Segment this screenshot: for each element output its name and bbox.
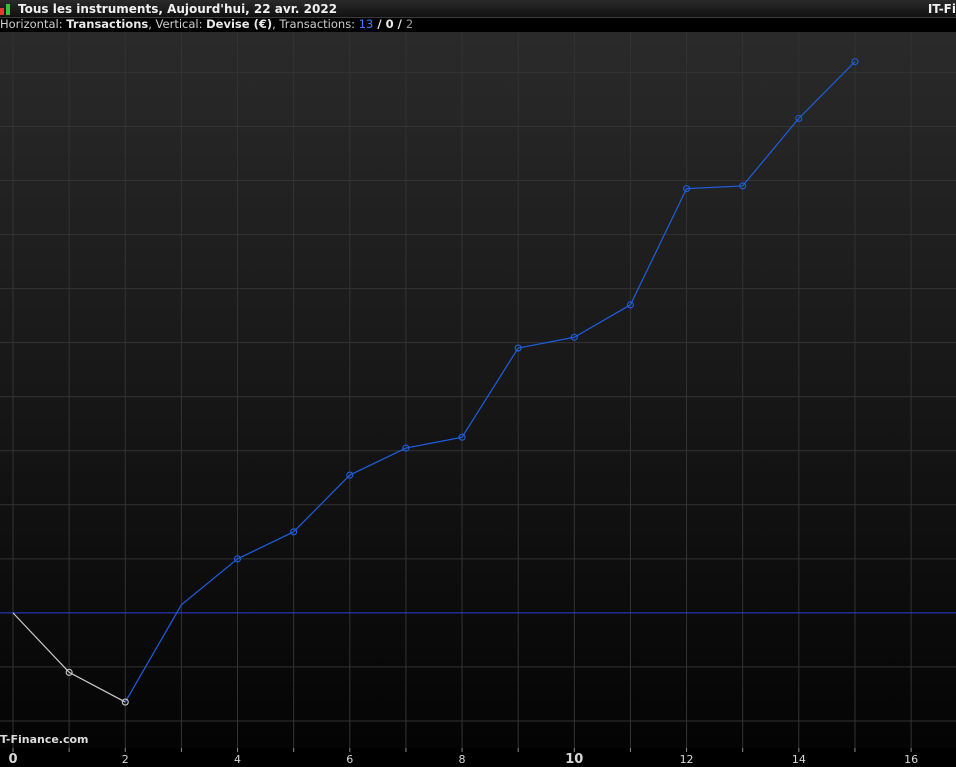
equity-chart: 0 2 4 6 8 10 12 14 16 xyxy=(0,32,956,767)
x-tick-label: 6 xyxy=(346,753,353,766)
transactions-middle: 0 xyxy=(385,17,394,31)
x-tick-label: 8 xyxy=(459,753,466,766)
chart-app-icon xyxy=(0,3,12,15)
x-tick-label: 16 xyxy=(904,753,918,766)
plot-background xyxy=(0,32,956,748)
title-bar: Tous les instruments, Aujourd'hui, 22 av… xyxy=(0,0,956,18)
x-tick-label: 2 xyxy=(122,753,129,766)
x-tick-label: 14 xyxy=(792,753,806,766)
horizontal-value: Transactions xyxy=(66,17,149,31)
x-tick-label: 4 xyxy=(234,753,241,766)
brand-label: IT-Fi xyxy=(927,2,956,16)
horizontal-label: Horizontal: xyxy=(0,17,67,31)
transactions-sep-2: / xyxy=(393,17,406,31)
x-tick-label: 10 xyxy=(565,752,583,767)
axes-info-bar: Horizontal: Transactions, Vertical: Devi… xyxy=(0,17,413,31)
x-axis-ticks: 0 2 4 6 8 10 12 14 16 xyxy=(8,748,918,767)
transactions-sep-1: / xyxy=(373,17,386,31)
transactions-last: 2 xyxy=(405,17,414,31)
x-tick-label: 12 xyxy=(680,753,694,766)
transactions-label: , Transactions: xyxy=(272,17,359,31)
watermark: T-Finance.com xyxy=(0,733,89,746)
vertical-value: Devise (€) xyxy=(206,17,273,31)
vertical-label: , Vertical: xyxy=(148,17,207,31)
x-tick-label: 0 xyxy=(8,752,17,767)
chart-title: Tous les instruments, Aujourd'hui, 22 av… xyxy=(18,2,338,16)
transactions-total: 13 xyxy=(358,17,374,31)
